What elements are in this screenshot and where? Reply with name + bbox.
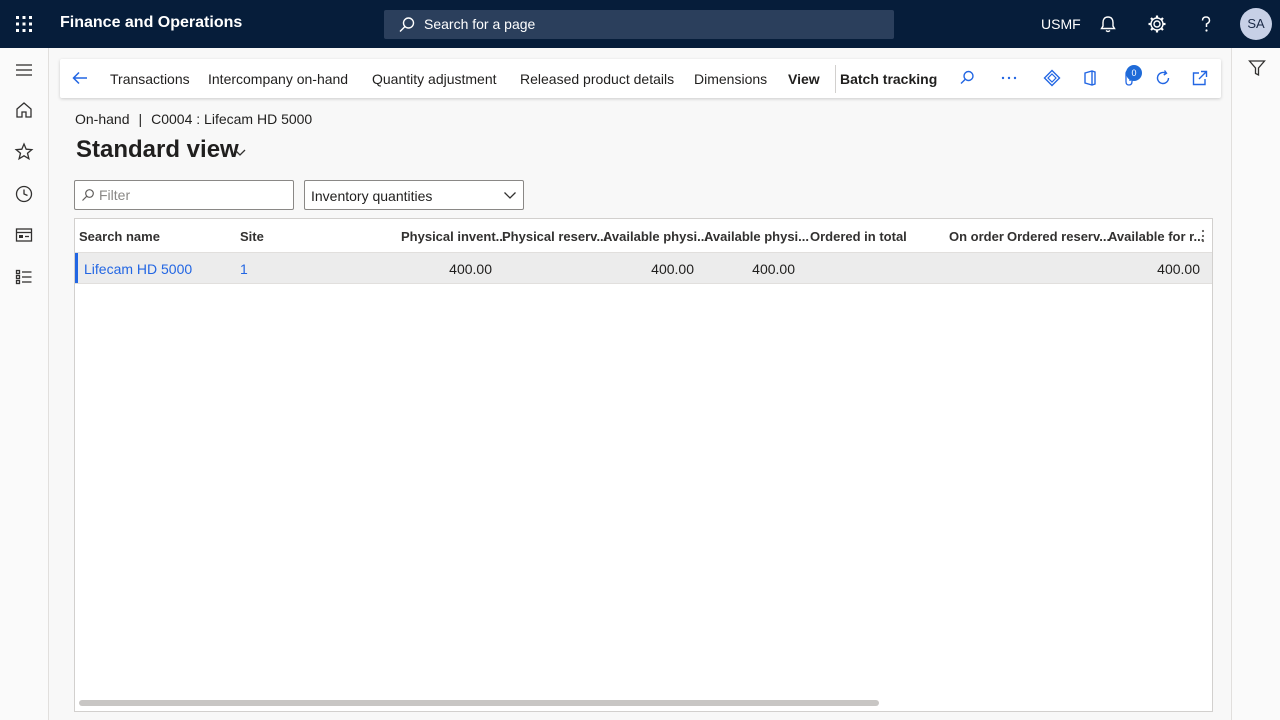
more-icon[interactable]: [1000, 69, 1018, 87]
column-header-physical-inventory[interactable]: Physical invent...: [401, 229, 507, 244]
released-product-details-button[interactable]: Released product details: [520, 71, 674, 87]
open-new-window-icon[interactable]: [1191, 69, 1209, 87]
search-icon[interactable]: [958, 69, 976, 87]
power-apps-icon[interactable]: [1043, 69, 1061, 87]
available-physical-2-cell: 400.00: [752, 261, 795, 277]
breadcrumb-separator: |: [138, 111, 143, 127]
column-header-available-physical[interactable]: Available physi...: [603, 229, 708, 244]
batch-tracking-tab[interactable]: Batch tracking: [840, 71, 937, 87]
column-options-icon[interactable]: [1201, 229, 1205, 243]
action-pane-separator: [835, 65, 836, 93]
page-search-bar[interactable]: Search for a page: [384, 10, 894, 39]
site-link[interactable]: 1: [240, 261, 248, 277]
transactions-button[interactable]: Transactions: [110, 71, 190, 87]
on-hand-grid: Search name Site Physical invent... Phys…: [74, 218, 1213, 712]
attachments-count-badge: 0: [1126, 65, 1142, 81]
quantity-adjustment-button[interactable]: Quantity adjustment: [372, 71, 497, 87]
home-icon[interactable]: [14, 100, 34, 120]
workspaces-icon[interactable]: [14, 225, 34, 245]
search-name-link[interactable]: Lifecam HD 5000: [84, 261, 192, 277]
clock-icon[interactable]: [14, 184, 34, 204]
breadcrumb-record: C0004 : Lifecam HD 5000: [151, 111, 313, 127]
column-header-ordered-in-total[interactable]: Ordered in total: [810, 229, 907, 244]
quantity-type-select[interactable]: Inventory quantities: [304, 180, 524, 210]
view-tab[interactable]: View: [788, 71, 820, 87]
table-row[interactable]: Lifecam HD 5000 1 400.00 400.00 400.00 4…: [75, 252, 1212, 284]
app-title[interactable]: Finance and Operations: [60, 14, 242, 32]
filter-field[interactable]: [74, 180, 294, 210]
gear-icon[interactable]: [1147, 14, 1167, 34]
column-header-available-physical-2[interactable]: Available physi...: [704, 229, 809, 244]
filter-icon[interactable]: [1247, 58, 1267, 78]
view-selector[interactable]: Standard view: [76, 136, 239, 164]
intercompany-on-hand-button[interactable]: Intercompany on-hand: [208, 71, 348, 87]
app-launcher-icon[interactable]: [14, 14, 34, 34]
help-icon[interactable]: [1196, 14, 1216, 34]
back-arrow-icon[interactable]: [71, 69, 89, 87]
column-header-available-for-reservation[interactable]: Available for r...: [1108, 229, 1204, 244]
filter-input[interactable]: [99, 185, 289, 205]
column-header-site[interactable]: Site: [240, 229, 264, 244]
modules-icon[interactable]: [14, 267, 34, 287]
breadcrumb-page: On-hand: [75, 111, 130, 127]
chevron-down-icon: [504, 192, 516, 199]
right-filter-pane: [1231, 48, 1280, 720]
hamburger-icon[interactable]: [14, 60, 34, 80]
avatar[interactable]: SA: [1240, 8, 1272, 40]
dimensions-button[interactable]: Dimensions: [694, 71, 767, 87]
horizontal-scrollbar[interactable]: [79, 700, 879, 706]
search-icon: [399, 17, 415, 32]
left-navigation-pane: [0, 48, 49, 720]
selected-row-marker: [75, 253, 78, 283]
available-for-reservation-cell: 400.00: [1157, 261, 1200, 277]
quantity-type-value: Inventory quantities: [311, 188, 433, 204]
column-header-on-order[interactable]: On order: [949, 229, 1004, 244]
physical-inventory-cell: 400.00: [449, 261, 492, 277]
top-navigation-bar: Finance and Operations Search for a page…: [0, 0, 1280, 48]
chevron-down-icon[interactable]: [233, 145, 247, 159]
search-placeholder: Search for a page: [424, 16, 536, 32]
office-icon[interactable]: [1081, 69, 1099, 87]
company-selector[interactable]: USMF: [1041, 16, 1081, 32]
star-icon[interactable]: [14, 142, 34, 162]
search-icon: [82, 189, 94, 201]
refresh-icon[interactable]: [1154, 69, 1172, 87]
column-header-physical-reserved[interactable]: Physical reserv...: [502, 229, 607, 244]
column-header-ordered-reserved[interactable]: Ordered reserv...: [1007, 229, 1110, 244]
breadcrumb: On-hand | C0004 : Lifecam HD 5000: [75, 111, 312, 127]
action-pane: Transactions Intercompany on-hand Quanti…: [60, 59, 1221, 98]
bell-icon[interactable]: [1098, 14, 1118, 34]
column-header-search-name[interactable]: Search name: [79, 229, 160, 244]
available-physical-cell: 400.00: [651, 261, 694, 277]
